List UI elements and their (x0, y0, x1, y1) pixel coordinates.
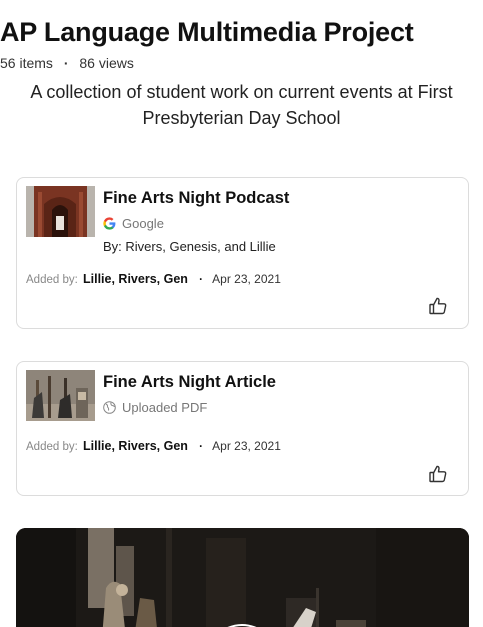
added-date: Apr 23, 2021 (212, 272, 281, 286)
views-count: 86 views (79, 55, 134, 71)
added-by-names[interactable]: Lillie, Rivers, Gen (83, 439, 188, 453)
content-card-article[interactable]: Fine Arts Night Article Uploaded PDF Add… (16, 361, 469, 496)
card-title[interactable]: Fine Arts Night Podcast (103, 189, 289, 208)
card-added-info: Added by: Lillie, Rivers, Gen · Apr 23, … (26, 439, 281, 453)
media-preview[interactable] (16, 528, 469, 627)
like-button[interactable] (428, 464, 448, 484)
card-source: Google (103, 216, 164, 231)
globe-icon (103, 401, 116, 414)
separator-dot: · (199, 274, 203, 286)
card-source: Uploaded PDF (103, 400, 207, 415)
video-thumbnail (16, 528, 469, 627)
separator-dot: · (199, 441, 203, 453)
card-added-info: Added by: Lillie, Rivers, Gen · Apr 23, … (26, 272, 281, 286)
page-title: AP Language Multimedia Project (0, 17, 414, 47)
card-thumbnail[interactable] (26, 370, 95, 421)
content-card-podcast[interactable]: Fine Arts Night Podcast Google By: River… (16, 177, 469, 329)
separator-dot: · (63, 55, 69, 71)
added-by-label: Added by: (26, 274, 78, 286)
added-date: Apr 23, 2021 (212, 439, 281, 453)
thumbs-up-icon (429, 297, 447, 315)
thumbs-up-icon (429, 465, 447, 483)
added-by-names[interactable]: Lillie, Rivers, Gen (83, 272, 188, 286)
source-label: Uploaded PDF (122, 400, 208, 415)
card-byline: By: Rivers, Genesis, and Lillie (103, 239, 276, 254)
added-by-label: Added by: (26, 441, 78, 453)
page-stats: 56 items · 86 views (0, 55, 483, 71)
page-description: A collection of student work on current … (30, 82, 453, 128)
source-label: Google (122, 216, 164, 231)
card-title[interactable]: Fine Arts Night Article (103, 373, 276, 392)
items-count: 56 items (0, 55, 53, 71)
like-button[interactable] (428, 296, 448, 316)
card-thumbnail[interactable] (26, 186, 95, 237)
google-icon (103, 217, 116, 230)
